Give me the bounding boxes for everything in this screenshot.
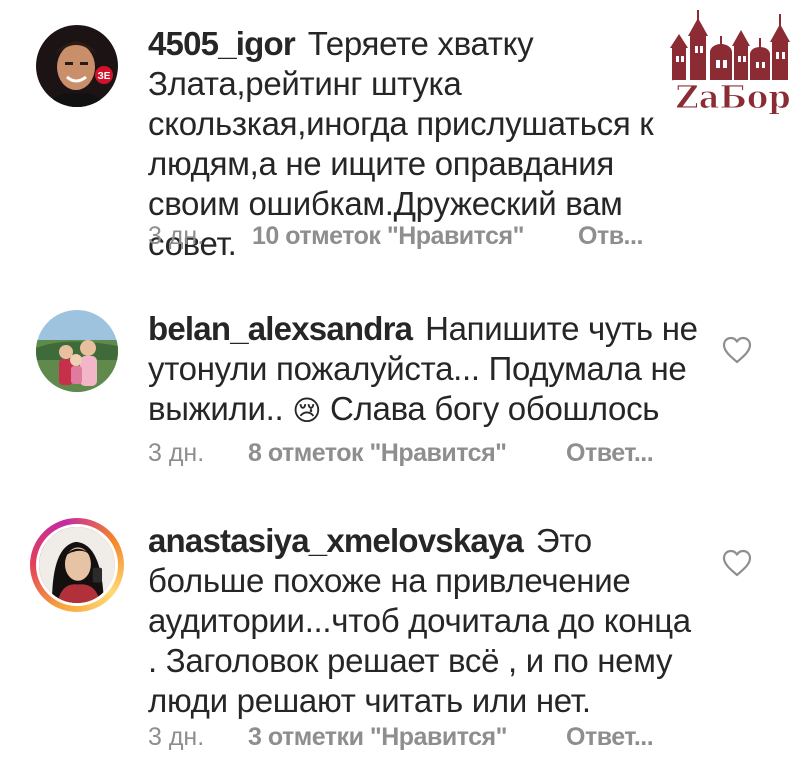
comment-time: 3 дн.	[148, 439, 205, 467]
comment-username[interactable]: anastasiya_xmelovskaya	[148, 522, 524, 559]
heart-outline-icon[interactable]	[722, 336, 752, 364]
reply-button[interactable]: Отв...	[578, 222, 643, 251]
comment-username[interactable]: 4505_igor	[148, 25, 296, 62]
likes-count[interactable]: 8 отметок "Нравится"	[248, 439, 507, 468]
avatar[interactable]	[36, 524, 118, 606]
emoji-crying: 😢	[292, 394, 322, 427]
likes-count[interactable]: 3 отметки "Нравится"	[248, 723, 507, 752]
story-ring[interactable]	[30, 518, 124, 612]
reply-button[interactable]: Ответ...	[566, 439, 654, 468]
comment-text: anastasiya_xmelovskaya Это больше похоже…	[148, 521, 708, 721]
comment-time: 3 дн.	[148, 723, 205, 751]
heart-outline-icon[interactable]	[722, 549, 752, 577]
reply-button[interactable]: Ответ...	[566, 723, 654, 752]
avatar[interactable]	[36, 310, 118, 392]
comment-time: 3 дн.	[148, 222, 205, 250]
svg-text:ЗЕ: ЗЕ	[98, 71, 111, 82]
comment-body-continued: Слава богу обошлось	[330, 390, 660, 427]
avatar[interactable]: ЗЕ	[36, 25, 118, 107]
comment-username[interactable]: belan_alexsandra	[148, 310, 413, 347]
comment-text: belan_alexsandra Напишите чуть не утонул…	[148, 309, 708, 431]
likes-count[interactable]: 10 отметок "Нравится"	[252, 222, 524, 251]
